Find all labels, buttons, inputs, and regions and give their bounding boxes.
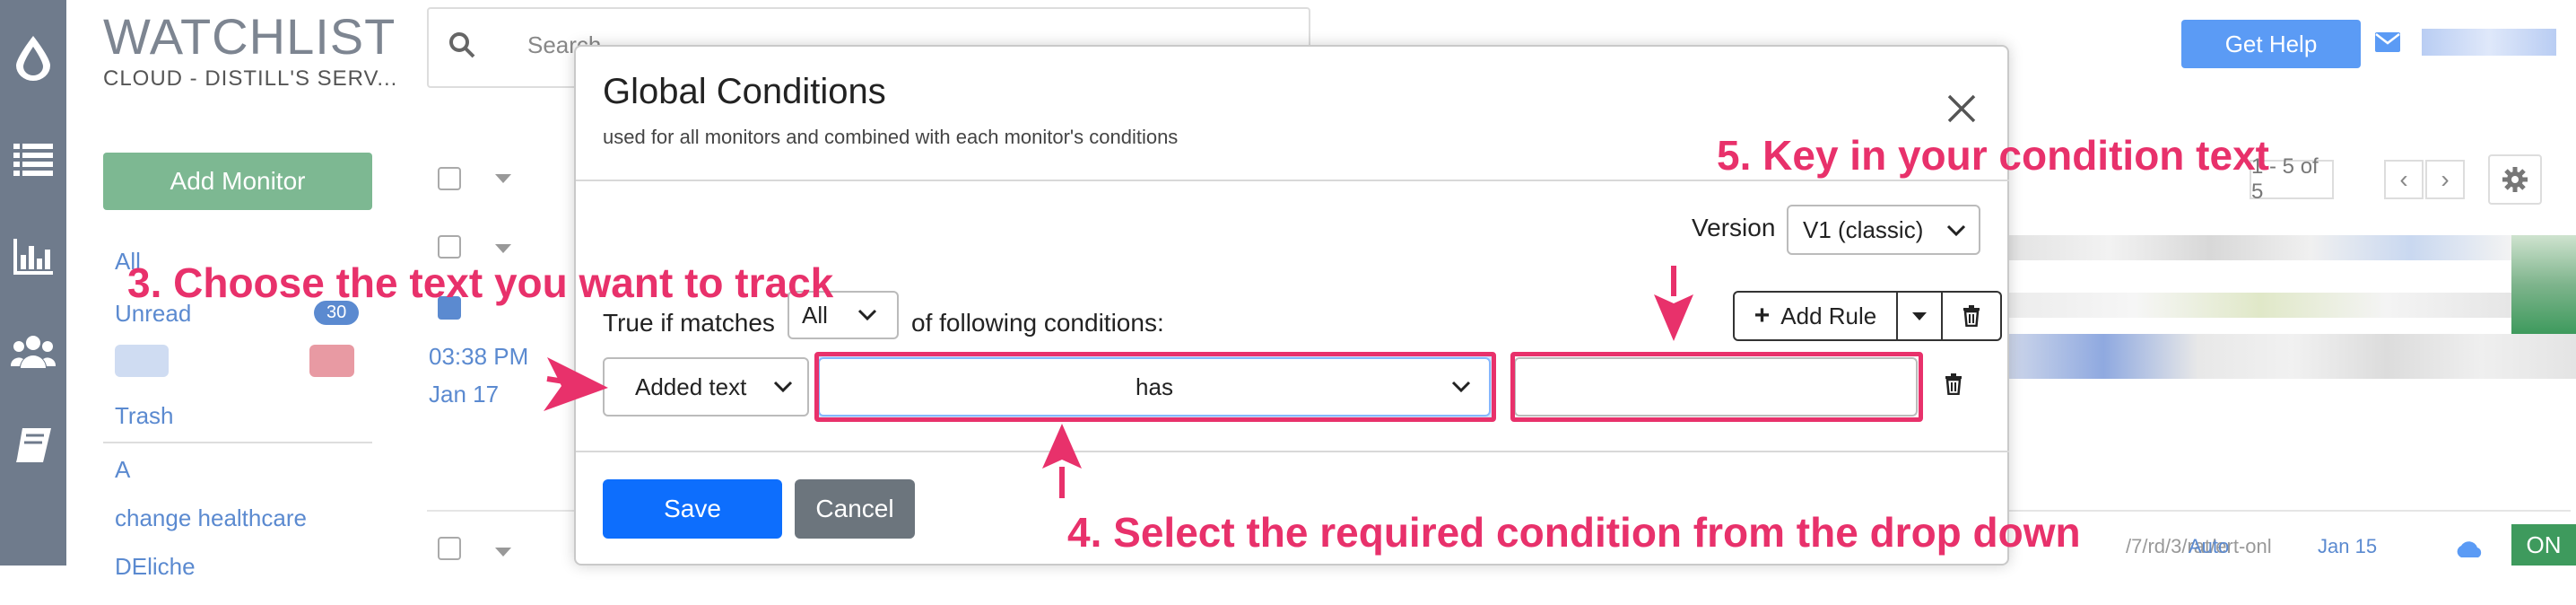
chevron-down-icon[interactable]: [495, 174, 511, 183]
row-checkbox[interactable]: [438, 235, 461, 259]
pagination-info: 1 - 5 of 5: [2250, 154, 2334, 204]
sidebar-item-unread[interactable]: Unread: [115, 300, 191, 328]
get-help-button[interactable]: Get Help: [2181, 20, 2361, 68]
rule-field-value: Added text: [635, 373, 747, 400]
sidebar-item-trash[interactable]: Trash: [115, 402, 174, 430]
select-all-checkbox[interactable]: [438, 167, 461, 190]
row-date: Jan 15: [2318, 535, 2378, 557]
blurred-badge: [309, 345, 354, 377]
row-checkbox[interactable]: [438, 296, 461, 320]
book-icon[interactable]: [10, 422, 57, 469]
list-icon[interactable]: [10, 136, 57, 183]
version-label: Version: [1692, 214, 1776, 241]
prev-page-button[interactable]: ‹: [2384, 160, 2424, 199]
caret-down-icon: [1912, 311, 1927, 320]
blurred-row: [2009, 293, 2511, 318]
row-mode: Auto: [2189, 535, 2230, 557]
operator-highlight: [814, 352, 1496, 422]
chevron-down-icon: [857, 309, 877, 321]
save-button[interactable]: Save: [603, 479, 782, 539]
add-rule-label: Add Rule: [1780, 302, 1877, 329]
users-icon[interactable]: [10, 329, 57, 375]
delete-all-rules-button[interactable]: [1943, 293, 2000, 339]
plus-icon: +: [1754, 301, 1771, 330]
sidebar-divider: [103, 442, 372, 443]
version-value: V1 (classic): [1803, 215, 1924, 243]
dialog-header-divider: [576, 180, 2009, 181]
value-highlight: [1510, 352, 1923, 422]
status-badge[interactable]: ON: [2511, 524, 2576, 566]
true-if-label: True if matches: [603, 309, 775, 337]
left-nav: [0, 0, 66, 566]
sidebar-item-a[interactable]: A: [115, 456, 130, 484]
sidebar-item-all[interactable]: All: [115, 248, 141, 276]
bar-chart-icon[interactable]: [10, 233, 57, 280]
chevron-down-icon[interactable]: [495, 244, 511, 253]
add-rule-button-group: + Add Rule: [1733, 291, 2002, 341]
brand-subtitle: CLOUD - DISTILL'S SERV...: [103, 66, 398, 91]
add-monitor-button[interactable]: Add Monitor: [103, 153, 372, 210]
rule-field-select[interactable]: Added text: [603, 357, 809, 416]
chevron-down-icon: [1946, 224, 1966, 237]
trash-icon: [1963, 305, 1980, 327]
cloud-icon: [2454, 539, 2485, 563]
mail-icon[interactable]: [2375, 32, 2400, 57]
trash-icon: [1945, 373, 1962, 396]
droplet-logo-icon[interactable]: [10, 34, 57, 81]
version-select[interactable]: V1 (classic): [1787, 205, 1980, 255]
following-conditions-label: of following conditions:: [911, 309, 1164, 337]
gear-icon[interactable]: [2488, 154, 2542, 205]
cancel-button[interactable]: Cancel: [795, 479, 915, 539]
blurred-status: [2511, 235, 2576, 334]
sidebar-item-deliche[interactable]: DEliche: [115, 553, 196, 581]
chevron-down-icon[interactable]: [495, 548, 511, 557]
add-rule-button[interactable]: + Add Rule: [1735, 293, 1898, 339]
add-rule-dropdown-toggle[interactable]: [1898, 293, 1943, 339]
search-icon: [448, 31, 475, 63]
brand-title: WATCHLIST: [103, 8, 396, 65]
sidebar-item-change-healthcare[interactable]: change healthcare: [115, 504, 307, 532]
match-select[interactable]: All: [788, 291, 899, 339]
row-date: Jan 17: [429, 381, 500, 408]
close-icon[interactable]: [1946, 93, 1977, 128]
match-value: All: [802, 301, 828, 329]
blurred-label: [115, 345, 169, 377]
row-time: 03:38 PM: [429, 343, 529, 370]
dialog-footer-divider: [576, 451, 2009, 452]
user-menu[interactable]: [2422, 29, 2556, 56]
dialog-subtitle: used for all monitors and combined with …: [603, 126, 1179, 148]
blurred-row: [2009, 334, 2576, 379]
row-checkbox[interactable]: [438, 537, 461, 560]
delete-rule-button[interactable]: [1945, 373, 1962, 399]
next-page-button[interactable]: ›: [2425, 160, 2465, 199]
dialog-title: Global Conditions: [603, 72, 886, 111]
chevron-down-icon: [773, 381, 793, 393]
global-conditions-dialog: Global Conditions used for all monitors …: [574, 45, 2009, 566]
blurred-row: [2009, 235, 2511, 260]
unread-count-badge: 30: [314, 301, 360, 325]
